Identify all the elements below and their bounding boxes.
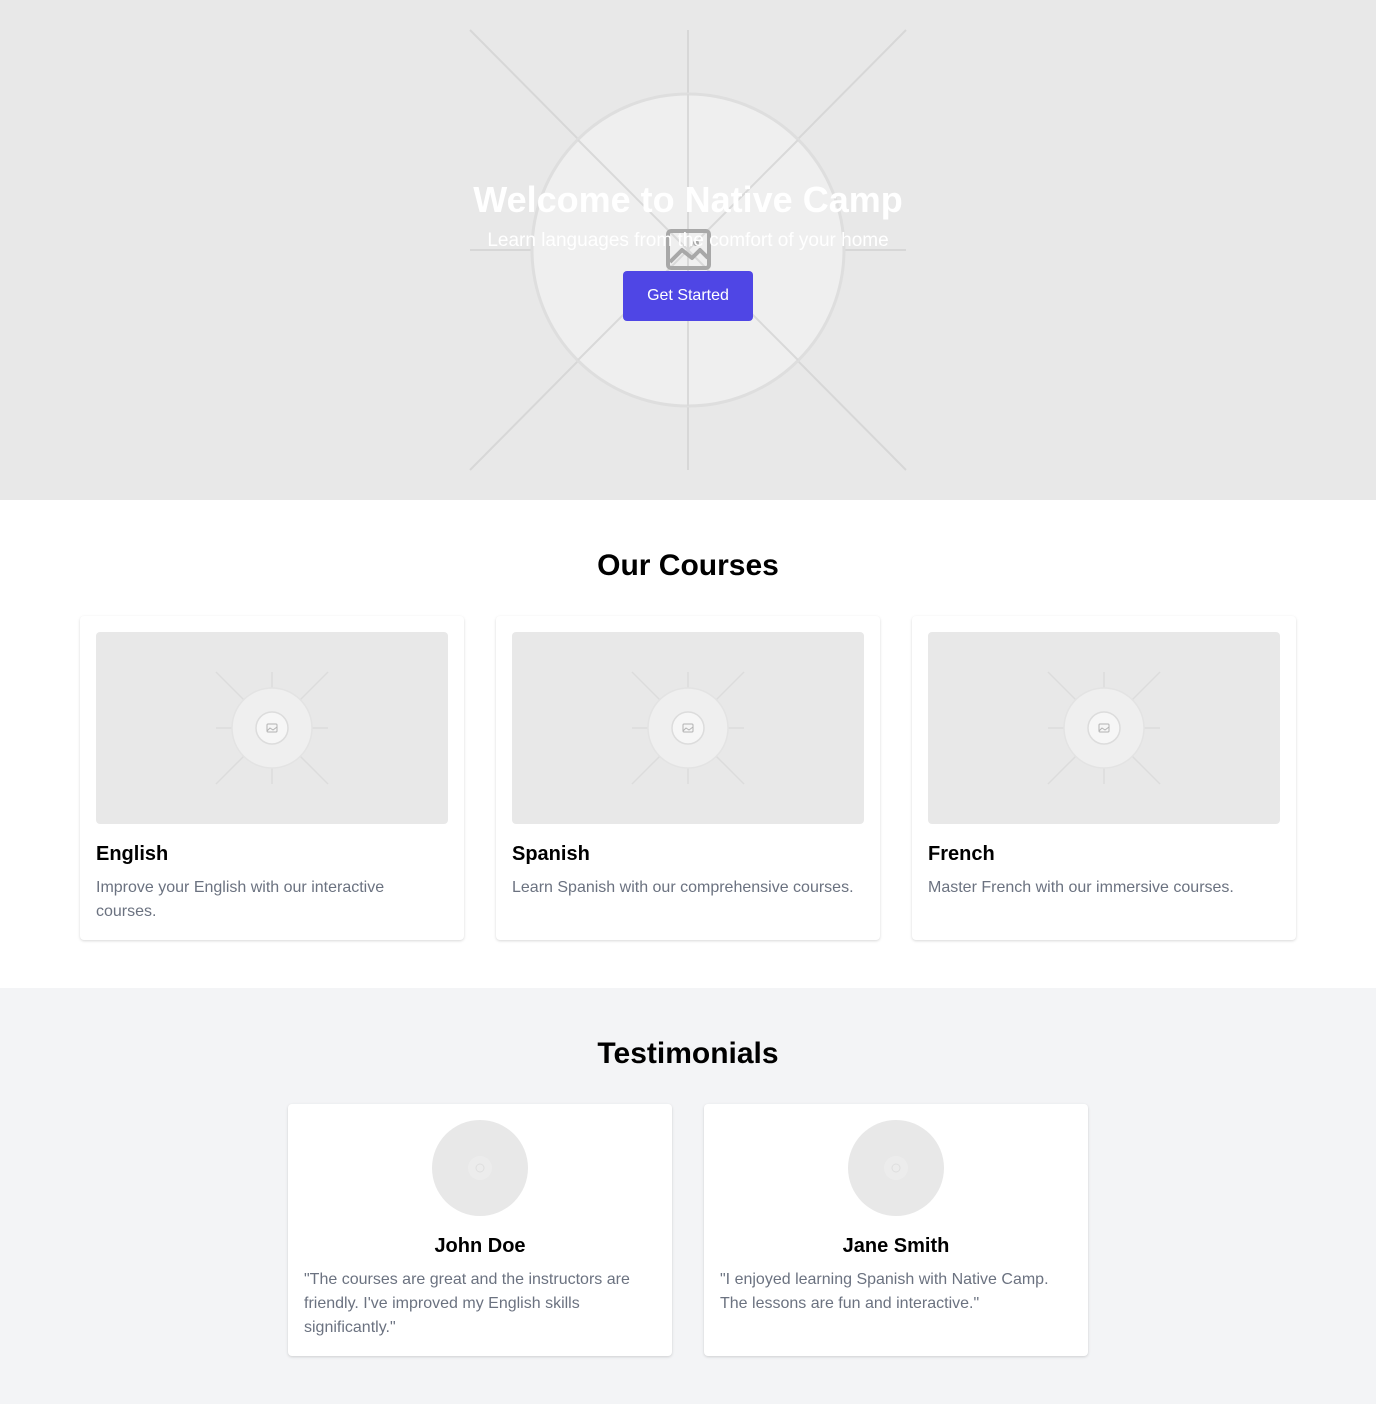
course-description: Master French with our immersive courses…	[928, 879, 1234, 896]
testimonial-card-john-doe: John Doe "The courses are great and the …	[288, 1104, 672, 1356]
avatar-placeholder-icon	[884, 1156, 908, 1180]
course-card-english[interactable]: English Improve your English with our in…	[80, 616, 464, 940]
hero-section: Welcome to Native Camp Learn languages f…	[0, 0, 1376, 500]
avatar	[848, 1120, 944, 1216]
testimonials-heading: Testimonials	[597, 1037, 779, 1070]
course-card-spanish[interactable]: Spanish Learn Spanish with our comprehen…	[496, 616, 880, 940]
testimonial-quote: "I enjoyed learning Spanish with Native …	[720, 1271, 1049, 1312]
get-started-button[interactable]: Get Started	[623, 271, 753, 321]
course-image	[928, 632, 1280, 824]
testimonials-section: Testimonials John Doe "The courses are g…	[0, 988, 1376, 1404]
testimonial-quote: "The courses are great and the instructo…	[304, 1271, 630, 1336]
course-image	[96, 632, 448, 824]
image-placeholder-icon	[215, 671, 329, 785]
avatar	[432, 1120, 528, 1216]
course-image	[512, 632, 864, 824]
course-card-french[interactable]: French Master French with our immersive …	[912, 616, 1296, 940]
course-title: Spanish	[512, 843, 590, 865]
courses-section: Our Courses English Improve your English…	[0, 500, 1376, 988]
courses-heading: Our Courses	[597, 549, 779, 582]
hero-subtitle: Learn languages from the comfort of your…	[487, 230, 889, 251]
testimonial-author: Jane Smith	[842, 1235, 950, 1257]
course-description: Learn Spanish with our comprehensive cou…	[512, 879, 854, 896]
hero-title: Welcome to Native Camp	[473, 179, 903, 220]
course-title: French	[928, 843, 995, 865]
testimonial-author: John Doe	[434, 1235, 526, 1257]
course-description: Improve your English with our interactiv…	[96, 879, 385, 920]
image-placeholder-icon	[631, 671, 745, 785]
image-placeholder-icon	[1047, 671, 1161, 785]
testimonial-card-jane-smith: Jane Smith "I enjoyed learning Spanish w…	[704, 1104, 1088, 1356]
course-title: English	[96, 843, 169, 865]
avatar-placeholder-icon	[468, 1156, 492, 1180]
